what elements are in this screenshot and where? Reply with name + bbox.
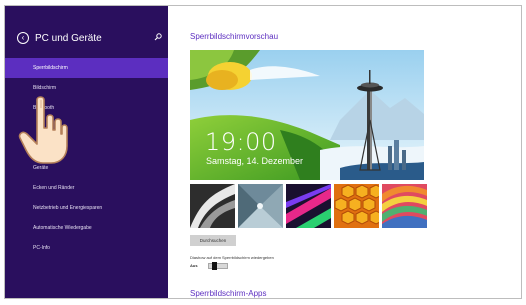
sidebar-header: ‹ PC und Geräte — [17, 30, 102, 46]
thumbnail-stripes[interactable] — [382, 184, 427, 228]
sidebar-item-lock-screen[interactable]: Sperrbildschirm — [5, 58, 168, 78]
back-arrow-icon[interactable]: ‹ — [17, 32, 29, 44]
thumbnail-curves[interactable] — [190, 184, 235, 228]
thumbnail-honeycomb-image — [334, 184, 379, 228]
thumbnail-neon-image — [286, 184, 331, 228]
thumbnail-neon[interactable] — [286, 184, 331, 228]
lock-screen-preview: 19:00 Samstag, 14. Dezember — [190, 50, 424, 180]
back-glyph: ‹ — [21, 33, 25, 42]
preview-date: Samstag, 14. Dezember — [206, 156, 304, 166]
thumbnail-tunnel-image — [238, 184, 283, 228]
sidebar-item-label: Netzbetrieb und Energiesparen — [33, 205, 103, 211]
preview-heading: Sperrbildschirmvorschau — [190, 32, 279, 41]
thumbnail-honeycomb[interactable] — [334, 184, 379, 228]
sidebar-title: PC und Geräte — [35, 32, 102, 44]
sidebar: ‹ PC und Geräte Sperrbildschirm Bildschi… — [5, 6, 168, 298]
sidebar-item-label: Automatische Wiedergabe — [33, 225, 92, 231]
sidebar-item-autoplay[interactable]: Automatische Wiedergabe — [5, 218, 168, 238]
main-content: Sperrbildschirmvorschau 19:00 Samstag, 1… — [168, 6, 521, 298]
slideshow-label: Diashow auf dem Sperrbildschirm wiederge… — [190, 255, 274, 260]
thumbnail-curves-image — [190, 184, 235, 228]
hand-pointer-icon — [18, 96, 68, 164]
background-thumbnails — [190, 184, 427, 228]
preview-clock: 19:00 — [205, 128, 277, 156]
sidebar-item-power-sleep[interactable]: Netzbetrieb und Energiesparen — [5, 198, 168, 218]
sidebar-item-label: PC-Info — [33, 245, 50, 251]
sidebar-item-label: Ecken und Ränder — [33, 185, 75, 191]
slideshow-toggle-state: Aus — [190, 263, 198, 268]
settings-window: ‹ PC und Geräte Sperrbildschirm Bildschi… — [4, 5, 522, 299]
thumbnail-stripes-image — [382, 184, 427, 228]
sidebar-item-label: Bildschirm — [33, 85, 57, 91]
lock-screen-apps-heading: Sperrbildschirm-Apps — [190, 289, 267, 298]
thumbnail-tunnel[interactable] — [238, 184, 283, 228]
search-icon[interactable] — [153, 32, 163, 42]
sidebar-item-pc-info[interactable]: PC-Info — [5, 238, 168, 258]
sidebar-item-label: Sperrbildschirm — [33, 65, 68, 71]
browse-button[interactable]: Durchsuchen — [190, 235, 236, 246]
sidebar-item-corners-edges[interactable]: Ecken und Ränder — [5, 178, 168, 198]
toggle-knob — [212, 262, 217, 270]
slideshow-toggle[interactable] — [208, 262, 228, 270]
